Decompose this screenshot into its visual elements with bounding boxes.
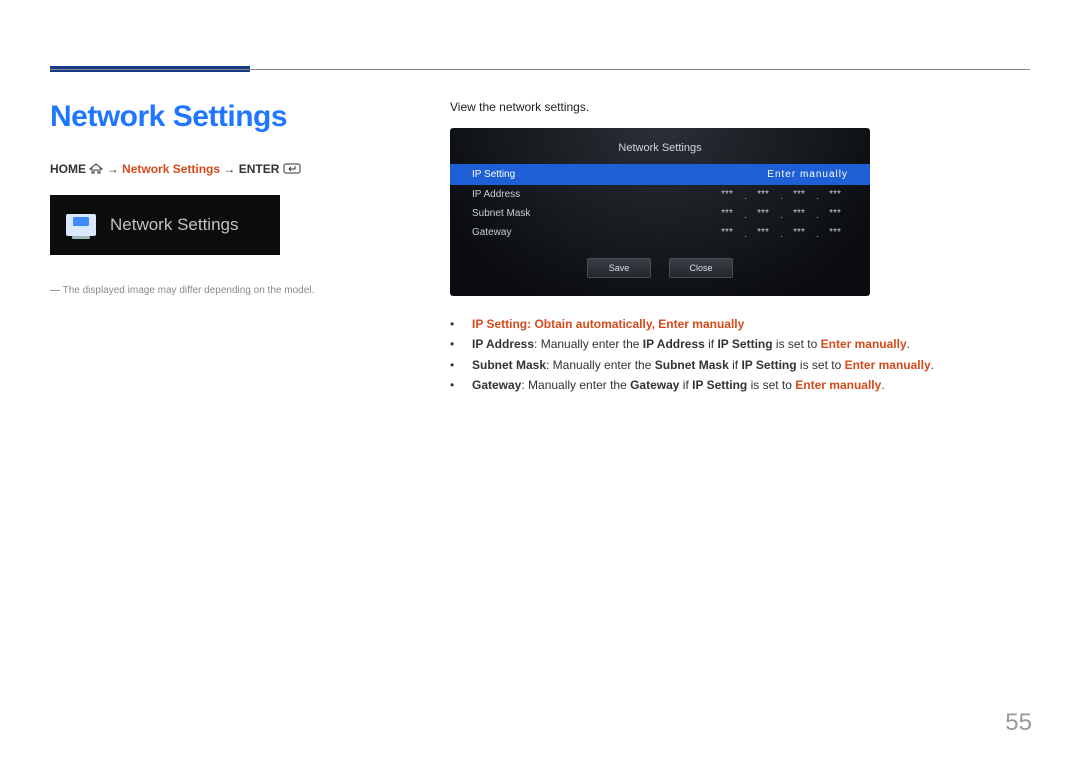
settings-panel: Network Settings IP Setting Enter manual… <box>450 128 870 296</box>
octet: *** <box>750 208 776 219</box>
breadcrumb: HOME → Network Settings → ENTER <box>50 162 410 177</box>
desc-text: : Manually enter the <box>546 358 655 372</box>
breadcrumb-step: Network Settings <box>122 162 220 176</box>
desc-opt: Obtain automatically <box>534 317 651 331</box>
desc-text: . <box>931 358 934 372</box>
desc-ref: Gateway <box>630 378 679 392</box>
octet: *** <box>750 227 776 238</box>
desc-value: Enter manually <box>795 378 881 392</box>
octet: *** <box>786 189 812 200</box>
header-rule <box>50 69 1030 70</box>
desc-ref: Subnet Mask <box>655 358 729 372</box>
ip-setting-label: IP Setting <box>472 169 587 180</box>
octet: *** <box>822 189 848 200</box>
menu-thumbnail: Network Settings <box>50 195 280 255</box>
list-item: • Gateway: Manually enter the Gateway if… <box>450 375 1030 395</box>
subnet-octets: *** *** *** *** <box>587 208 848 219</box>
octet: *** <box>786 208 812 219</box>
bullet-icon: • <box>450 355 464 375</box>
desc-text: . <box>881 378 884 392</box>
desc-text: is set to <box>747 378 795 392</box>
octet: *** <box>714 189 740 200</box>
octet: *** <box>822 208 848 219</box>
desc-value: Enter manually <box>821 337 907 351</box>
row-label: Subnet Mask <box>472 208 587 219</box>
desc-label: Subnet Mask <box>472 358 546 372</box>
breadcrumb-enter: ENTER <box>239 162 280 176</box>
octet: *** <box>786 227 812 238</box>
bullet-icon: • <box>450 314 464 334</box>
page-number: 55 <box>1005 709 1032 737</box>
desc-text: : Manually enter the <box>534 337 643 351</box>
desc-ref: IP Setting <box>692 378 747 392</box>
row-label: IP Address <box>472 189 587 200</box>
save-button[interactable]: Save <box>587 258 651 278</box>
desc-value: Enter manually <box>845 358 931 372</box>
list-item: • IP Address: Manually enter the IP Addr… <box>450 334 1030 354</box>
ip-octets: *** *** *** *** <box>587 189 848 200</box>
desc-opt: Enter manually <box>658 317 744 331</box>
octet: *** <box>750 189 776 200</box>
close-button[interactable]: Close <box>669 258 733 278</box>
thumbnail-label: Network Settings <box>110 215 239 235</box>
desc-label: IP Address <box>472 337 534 351</box>
right-column: View the network settings. Network Setti… <box>450 100 1030 396</box>
ip-setting-value: Enter manually <box>587 169 848 180</box>
desc-text: . <box>907 337 910 351</box>
page-content: Network Settings HOME → Network Settings… <box>50 100 1030 396</box>
desc-text: is set to <box>797 358 845 372</box>
ip-setting-row[interactable]: IP Setting Enter manually <box>450 164 870 185</box>
list-item: • Subnet Mask: Manually enter the Subnet… <box>450 355 1030 375</box>
bullet-icon: • <box>450 334 464 354</box>
desc-label: Gateway <box>472 378 521 392</box>
breadcrumb-home: HOME <box>50 162 86 176</box>
page-title: Network Settings <box>50 100 410 134</box>
desc-label: IP Setting <box>472 317 527 331</box>
monitor-icon <box>66 214 96 236</box>
desc-ref: IP Address <box>643 337 705 351</box>
ip-address-row[interactable]: IP Address *** *** *** *** <box>450 185 870 204</box>
desc-text: if <box>729 358 742 372</box>
desc-text: if <box>679 378 692 392</box>
desc-ref: IP Setting <box>741 358 796 372</box>
desc-text: if <box>705 337 718 351</box>
list-item: • IP Setting: Obtain automatically, Ente… <box>450 314 1030 334</box>
subnet-row[interactable]: Subnet Mask *** *** *** *** <box>450 204 870 223</box>
intro-text: View the network settings. <box>450 100 1030 114</box>
panel-buttons: Save Close <box>450 258 870 278</box>
gateway-octets: *** *** *** *** <box>587 227 848 238</box>
left-column: Network Settings HOME → Network Settings… <box>50 100 410 396</box>
bullet-icon: • <box>450 375 464 395</box>
description-list: • IP Setting: Obtain automatically, Ente… <box>450 314 1030 396</box>
octet: *** <box>714 208 740 219</box>
octet: *** <box>714 227 740 238</box>
breadcrumb-arrow: → <box>223 162 235 176</box>
footnote: The displayed image may differ depending… <box>50 285 410 296</box>
enter-icon <box>283 163 301 177</box>
desc-text: : Manually enter the <box>521 378 630 392</box>
octet: *** <box>822 227 848 238</box>
gateway-row[interactable]: Gateway *** *** *** *** <box>450 223 870 242</box>
desc-ref: IP Setting <box>717 337 772 351</box>
panel-title: Network Settings <box>450 138 870 164</box>
breadcrumb-arrow: → <box>107 162 119 176</box>
desc-text: is set to <box>773 337 821 351</box>
home-icon <box>89 163 103 177</box>
row-label: Gateway <box>472 227 587 238</box>
